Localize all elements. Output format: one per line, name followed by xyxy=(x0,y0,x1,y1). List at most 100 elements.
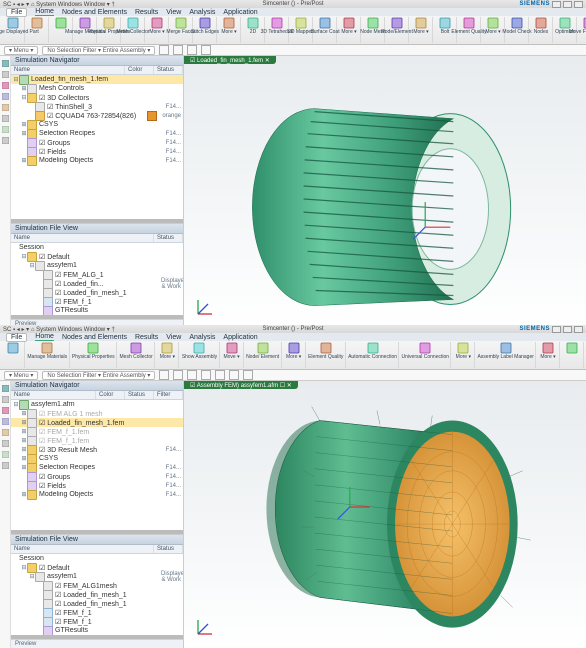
ribbon-button[interactable]: Stitch Edges xyxy=(194,17,217,43)
ribbon-button[interactable]: Mesh Collector xyxy=(118,342,155,368)
ribbon-button[interactable] xyxy=(561,342,584,368)
menu-file[interactable]: File xyxy=(6,8,27,17)
menu-results[interactable]: Results xyxy=(135,9,158,16)
tree-row[interactable]: ☑ FEM_f_1 xyxy=(11,617,183,626)
col-status[interactable]: Status xyxy=(154,545,183,553)
tool-sq[interactable] xyxy=(159,45,169,55)
tree-row[interactable]: ⊞☑ FEM_f_1.fem xyxy=(11,427,183,436)
ribbon-button[interactable]: More ▾ xyxy=(156,342,179,368)
tree-row[interactable]: ⊞Selection RecipesF14... xyxy=(11,129,183,138)
menu-application[interactable]: Application xyxy=(223,9,257,16)
tree-row[interactable]: ⊞Modeling ObjectsF14... xyxy=(11,156,183,165)
tree-row[interactable]: ⊟assyfem1 xyxy=(11,261,183,270)
ribbon-button[interactable]: Show Assembly xyxy=(180,342,219,368)
tool-sq[interactable] xyxy=(173,45,183,55)
ribbon-button[interactable]: Physical Properties xyxy=(71,342,117,368)
ribbon-button[interactable]: Element Quality xyxy=(307,342,346,368)
tree-row[interactable]: ⊞CSYS xyxy=(11,120,183,129)
col-name[interactable]: Name xyxy=(11,391,96,399)
ribbon-button[interactable]: Move Free Nodes xyxy=(578,17,586,43)
tree-row[interactable]: ⊟☑ Default xyxy=(11,563,183,572)
tool-sq[interactable] xyxy=(215,370,225,380)
orientation-triad[interactable] xyxy=(194,296,216,318)
col-status[interactable]: Status xyxy=(154,234,183,242)
view-tab[interactable]: ☑ Assembly FEM) assyfem1.afm ☐ ✕ xyxy=(184,381,298,389)
tree-row[interactable]: ⊞☑ FEM_f_1.fem xyxy=(11,436,183,445)
menu-dropdown[interactable]: ▾ Menu ▾ xyxy=(4,371,38,380)
ribbon-button[interactable] xyxy=(26,17,49,43)
menu-nodes-elements[interactable]: Nodes and Elements xyxy=(62,334,127,341)
tool-sq[interactable] xyxy=(187,370,197,380)
ribbon-button[interactable]: Nodes xyxy=(530,17,553,43)
tree-row[interactable]: ☑ CQUAD4 763-72854(826)orange xyxy=(11,111,183,120)
tree-row[interactable]: GTResults xyxy=(11,626,183,635)
nav-icon[interactable] xyxy=(2,104,9,111)
tree-row[interactable]: ☑ FieldsF14... xyxy=(11,147,183,156)
tree-row[interactable]: ⊞CSYS xyxy=(11,454,183,463)
menu-analysis[interactable]: Analysis xyxy=(189,334,215,341)
tree-row[interactable]: ☑ FEM_ALG1mesh xyxy=(11,581,183,590)
ribbon-button[interactable]: Universal Connection xyxy=(400,342,451,368)
menu-view[interactable]: View xyxy=(166,334,181,341)
tree-row[interactable]: ☑ FEM_f_1 xyxy=(11,608,183,617)
tree-row[interactable]: Session xyxy=(11,243,183,252)
ribbon-button[interactable]: More ▾ xyxy=(338,17,361,43)
tree-row[interactable]: ⊞Mesh Controls xyxy=(11,84,183,93)
ribbon-button[interactable]: More ▾ xyxy=(218,17,241,43)
tool-sq[interactable] xyxy=(201,45,211,55)
tree-row[interactable]: ⊟Loaded_fin_mesh_1.fem xyxy=(11,75,183,84)
tree-row[interactable]: ☑ ThinShell_3F14... xyxy=(11,102,183,111)
orientation-triad[interactable] xyxy=(194,616,216,638)
ribbon-button[interactable]: Change Displayed Part xyxy=(2,17,25,43)
minimize-button[interactable] xyxy=(552,326,561,333)
ribbon-button[interactable]: Automatic Connection xyxy=(347,342,399,368)
col-color[interactable]: Color xyxy=(96,391,125,399)
viewport[interactable]: ☑ Assembly FEM) assyfem1.afm ☐ ✕ xyxy=(184,381,586,648)
nav-icon[interactable] xyxy=(2,462,9,469)
tree-row[interactable]: ☑ Loaded_fin_mesh_1 xyxy=(11,599,183,608)
tree-row[interactable]: ⊟☑ Default xyxy=(11,252,183,261)
ribbon-button[interactable]: Node/ Element xyxy=(245,342,282,368)
col-filter[interactable]: Filter xyxy=(154,391,183,399)
nav-icon[interactable] xyxy=(2,115,9,122)
tree-row[interactable]: ☑ FEM_f_1 xyxy=(11,297,183,306)
menu-file[interactable]: File xyxy=(6,333,27,342)
nav-icon[interactable] xyxy=(2,440,9,447)
nav-icon[interactable] xyxy=(2,451,9,458)
col-name[interactable]: Name xyxy=(11,234,154,242)
col-color[interactable]: Color xyxy=(125,66,154,74)
ribbon-button[interactable]: Node/Element xyxy=(386,17,409,43)
tree-row[interactable]: ⊟assyfem1Displayed & Work xyxy=(11,572,183,581)
menu-analysis[interactable]: Analysis xyxy=(189,9,215,16)
ribbon-button[interactable]: Move ▾ xyxy=(221,342,244,368)
tree-row[interactable]: ⊞☑ Loaded_fin_mesh_1.fem xyxy=(11,418,183,427)
col-status[interactable]: Status xyxy=(154,66,183,74)
menu-home[interactable]: Home xyxy=(35,8,54,16)
menu-nodes-elements[interactable]: Nodes and Elements xyxy=(62,9,127,16)
tree-row[interactable]: ☑ FEM_ALG_1 xyxy=(11,270,183,279)
ribbon-button[interactable]: More ▾ xyxy=(283,342,306,368)
nav-icon[interactable] xyxy=(2,60,9,67)
tool-sq[interactable] xyxy=(201,370,211,380)
minimize-button[interactable] xyxy=(552,1,561,8)
tree-row[interactable]: ⊞☑ FEM ALG 1 mesh xyxy=(11,409,183,418)
view-tab[interactable]: ☑ Loaded_fin_mesh_1.fem ✕ xyxy=(184,56,276,64)
nav-icon[interactable] xyxy=(2,418,9,425)
nav-icon[interactable] xyxy=(2,82,9,89)
menu-view[interactable]: View xyxy=(166,9,181,16)
tree-row[interactable]: ⊟☑ 3D Collectors xyxy=(11,93,183,102)
close-button[interactable] xyxy=(574,326,583,333)
menu-results[interactable]: Results xyxy=(135,334,158,341)
ribbon-button[interactable]: More ▾ xyxy=(452,342,475,368)
ribbon-button[interactable]: Manage Materials xyxy=(26,342,70,368)
tree-row[interactable]: ☑ Loaded_fin_mesh_1 xyxy=(11,590,183,599)
ribbon-button[interactable]: Assembly Label Manager xyxy=(476,342,536,368)
selection-filter[interactable]: No Selection Filter ▾ Entire Assembly ▾ xyxy=(42,46,155,55)
tree-row[interactable]: Session xyxy=(11,554,183,563)
tree-row[interactable]: ⊞☑ 3D Result MeshF14... xyxy=(11,445,183,454)
viewport[interactable]: ☑ Loaded_fin_mesh_1.fem ✕ xyxy=(184,56,586,328)
tree-row[interactable]: ☑ GroupsF14... xyxy=(11,472,183,481)
tool-sq[interactable] xyxy=(159,370,169,380)
selection-filter[interactable]: No Selection Filter ▾ Entire Assembly ▾ xyxy=(42,371,155,380)
nav-icon[interactable] xyxy=(2,126,9,133)
